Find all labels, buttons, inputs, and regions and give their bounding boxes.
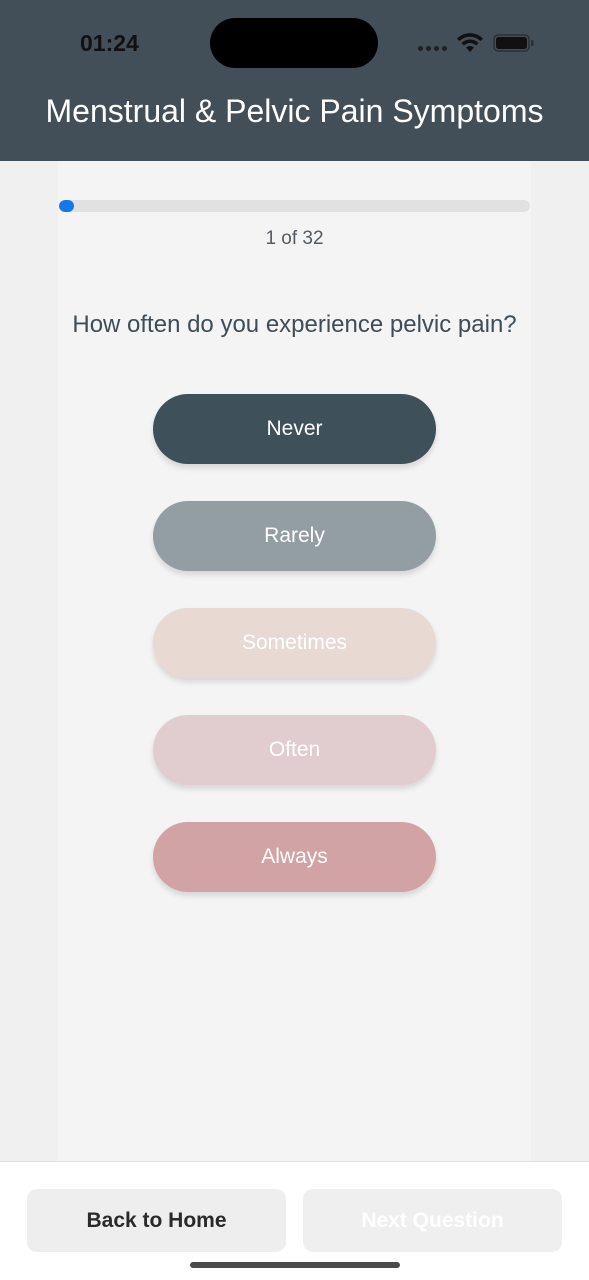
wifi-icon: [457, 33, 483, 52]
question-text: How often do you experience pelvic pain?: [72, 311, 517, 338]
dynamic-island: [210, 18, 378, 68]
signal-icon: [418, 46, 448, 52]
page-title: Menstrual & Pelvic Pain Symptoms: [45, 93, 544, 129]
option-never-button[interactable]: Never: [153, 394, 436, 464]
progress-label: 1 of 32: [265, 228, 324, 249]
next-question-button[interactable]: Next Question: [303, 1189, 562, 1252]
progress-fill: [59, 200, 75, 212]
status-time: 01:24: [80, 30, 139, 56]
option-always-button[interactable]: Always: [153, 822, 436, 892]
home-indicator: [190, 1262, 400, 1268]
option-often-button[interactable]: Often: [153, 715, 436, 785]
back-to-home-button[interactable]: Back to Home: [27, 1189, 286, 1252]
battery-icon: [493, 34, 534, 52]
progress-bar: [59, 200, 530, 212]
option-rarely-button[interactable]: Rarely: [153, 501, 436, 571]
option-sometimes-button[interactable]: Sometimes: [153, 608, 436, 678]
app-header: 01:24 Menstrual & Pelvic Pain Symptoms: [0, 0, 589, 161]
screen: 01:24 Menstrual & Pelvic Pain Symptoms 1…: [0, 0, 589, 1280]
